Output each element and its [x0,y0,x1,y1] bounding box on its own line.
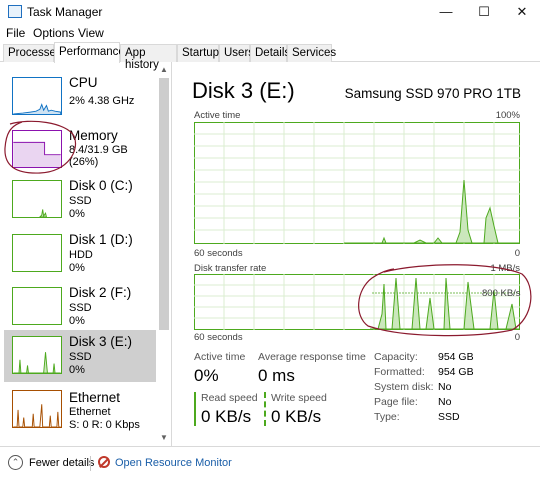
active-time-graph-min: 0 [514,248,520,259]
active-time-graph-timespan: 60 seconds [194,248,243,259]
system-disk-label: System disk: [374,381,434,393]
sidebar-item-title: Disk 3 (E:) [69,334,133,349]
sidebar-item-usage: 0% [69,208,85,220]
tab-performance[interactable]: Performance [54,42,125,63]
disk-model: Samsung SSD 970 PRO 1TB [344,86,521,101]
resource-sidebar: CPU 2% 4.38 GHz Memory 8.4/31.9 GB (26%)… [0,62,172,446]
cpu-thumbnail [12,77,62,115]
active-time-graph [194,122,520,244]
tab-startup[interactable]: Startup [177,44,219,62]
sidebar-item-type: HDD [69,249,93,261]
tab-users[interactable]: Users [219,44,254,62]
sidebar-item-type: SSD [69,302,92,314]
chevron-up-icon[interactable]: ⌃ [8,455,23,470]
transfer-rate-graph-label: Disk transfer rate [194,263,267,274]
capacity-label: Capacity: [374,351,418,363]
read-speed-indicator [194,392,196,426]
menu-view[interactable]: View [78,26,104,40]
disk-3-thumbnail [12,336,62,374]
sidebar-scrollbar[interactable]: ▲ ▼ [158,64,170,444]
sidebar-item-adapter: Ethernet [69,406,111,418]
footer: ⌃ Fewer details Open Resource Monitor [0,446,540,482]
formatted-label: Formatted: [374,366,425,378]
maximize-button[interactable]: ☐ [466,0,502,24]
sidebar-item-detail: 2% 4.38 GHz [69,95,135,107]
page-file-value: No [438,396,452,408]
resource-monitor-icon[interactable] [98,456,110,468]
sidebar-item-type: SSD [69,195,92,207]
sidebar-item-disk-0[interactable]: Disk 0 (C:) SSD 0% [4,174,156,226]
active-time-graph-label: Active time [194,110,241,121]
transfer-annotation-circle [358,264,532,337]
menu-file[interactable]: File [6,26,25,40]
page-file-label: Page file: [374,396,418,408]
tab-bar: Processes Performance App history Startu… [0,42,540,71]
sidebar-item-disk-1[interactable]: Disk 1 (D:) HDD 0% [4,228,156,280]
type-value: SSD [438,411,460,423]
disk-detail-panel: Disk 3 (E:) Samsung SSD 970 PRO 1TB Acti… [180,62,540,446]
tab-services[interactable]: Services [287,44,336,62]
sidebar-item-usage: 0% [69,315,85,327]
close-button[interactable]: ✕ [504,0,540,24]
capacity-value: 954 GB [438,351,474,363]
sidebar-item-disk-3[interactable]: Disk 3 (E:) SSD 0% [4,330,156,382]
sidebar-item-ethernet[interactable]: Ethernet Ethernet S: 0 R: 0 Kbps [4,384,156,436]
read-speed-label: Read speed [201,392,258,404]
memory-annotation-circle [4,120,76,174]
footer-divider [90,456,91,471]
window-title: Task Manager [27,5,103,19]
disk-1-thumbnail [12,234,62,272]
system-disk-value: No [438,381,452,393]
open-resource-monitor-link[interactable]: Open Resource Monitor [115,457,232,469]
active-time-label: Active time [194,351,246,363]
sidebar-item-usage: 0% [69,262,85,274]
scroll-thumb[interactable] [159,78,169,330]
fewer-details-link[interactable]: Fewer details [29,457,94,469]
type-label: Type: [374,411,400,423]
active-time-graph-max: 100% [495,110,520,121]
menu-bar: File Options View [0,24,540,42]
menu-options[interactable]: Options [33,26,74,40]
task-manager-icon [8,5,22,18]
tab-app-history[interactable]: App history [120,44,177,71]
sidebar-item-title: Disk 2 (F:) [69,285,132,300]
disk-2-thumbnail [12,287,62,325]
tab-processes[interactable]: Processes [3,44,62,62]
sidebar-item-title: Disk 0 (C:) [69,178,133,193]
write-speed-value: 0 KB/s [271,407,322,426]
avg-response-label: Average response time [258,351,366,363]
sidebar-item-title: CPU [69,75,98,90]
read-speed-value: 0 KB/s [201,407,252,426]
title-bar: Task Manager — ☐ ✕ [0,0,540,24]
tab-details[interactable]: Details [250,44,290,62]
write-speed-indicator [264,392,266,426]
active-time-value: 0% [194,366,219,385]
page-title: Disk 3 (E:) [192,78,295,103]
sidebar-item-title: Ethernet [69,390,121,405]
sidebar-item-detail: 8.4/31.9 GB (26%) [69,144,128,168]
disk-0-thumbnail [12,180,62,218]
sidebar-item-usage: 0% [69,364,85,376]
write-speed-label: Write speed [271,392,327,404]
formatted-value: 954 GB [438,366,474,378]
ethernet-thumbnail [12,390,62,428]
sidebar-item-title: Disk 1 (D:) [69,232,133,247]
minimize-button[interactable]: — [428,0,464,24]
scroll-down-arrow[interactable]: ▼ [158,432,170,444]
sidebar-item-throughput: S: 0 R: 0 Kbps [69,419,140,431]
sidebar-item-type: SSD [69,351,92,363]
avg-response-value: 0 ms [258,366,295,385]
scroll-up-arrow[interactable]: ▲ [158,64,170,76]
transfer-rate-graph-timespan: 60 seconds [194,332,243,343]
sidebar-item-disk-2[interactable]: Disk 2 (F:) SSD 0% [4,281,156,333]
